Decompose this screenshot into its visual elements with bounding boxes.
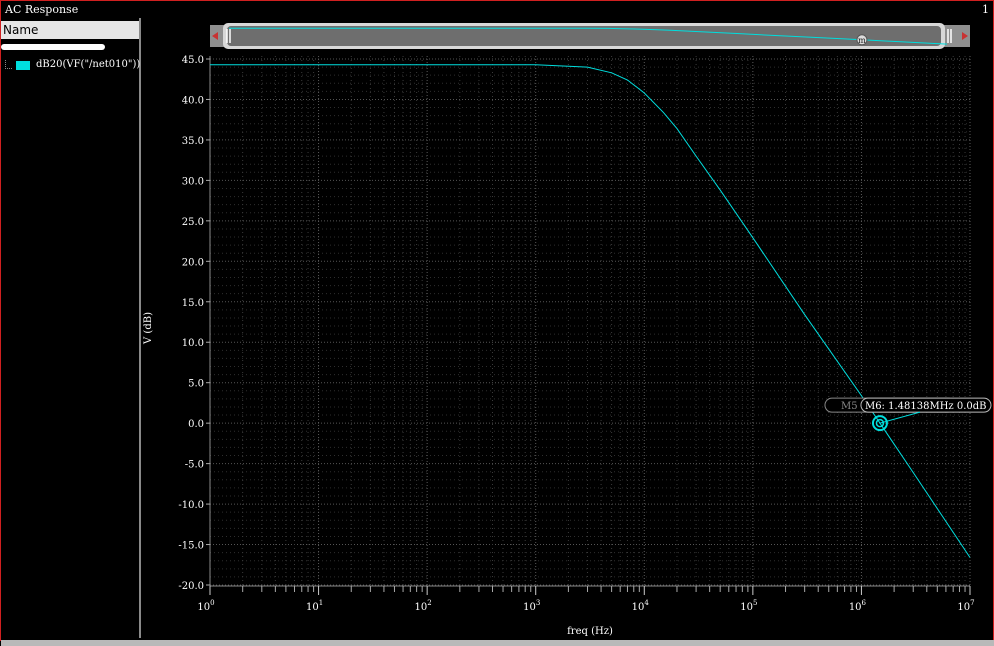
window-title: AC Response (5, 3, 79, 16)
y-axis-label: V (dB) (143, 312, 154, 345)
y-tick-label: 0.0 (188, 419, 204, 430)
y-tick-label: 25.0 (182, 217, 204, 228)
trace-line[interactable] (210, 64, 971, 558)
x-axis-label: freq (Hz) (567, 626, 613, 637)
y-tick-label: -20.0 (178, 581, 204, 592)
y-tick-label: 5.0 (188, 379, 204, 390)
overview-thumb-inner (227, 26, 941, 46)
app-window: AC Response 1 Name dB20(VF("/net010")) m… (0, 0, 994, 646)
plot-area[interactable]: m 45.0 40.0 35.0 30.0 25.0 20.0 15.0 10.0 5.0 0.0… (141, 18, 993, 638)
marker-m6[interactable]: M5 M6: 1.48138MHz 0.0dB (824, 397, 992, 432)
window-index: 1 (982, 3, 989, 16)
tree-connector (5, 60, 12, 69)
grid-lines (209, 56, 971, 586)
name-column-header[interactable]: Name (1, 21, 139, 39)
y-tick-label: 30.0 (182, 176, 204, 187)
x-tick-label: 106 (849, 599, 867, 613)
x-tick-label: 101 (306, 599, 323, 613)
y-tick-label: 40.0 (182, 95, 204, 106)
overview-marker-letter: m (858, 36, 866, 45)
horizontal-scrollbar[interactable] (1, 44, 105, 50)
x-tick-label: 100 (197, 599, 214, 613)
marker-ghost-label: M5 (841, 401, 858, 412)
y-tick-label: -15.0 (178, 541, 204, 552)
trace-color-swatch (16, 61, 30, 70)
x-tick-label: 102 (415, 599, 432, 613)
marker-label: M6: 1.48138MHz 0.0dB (865, 401, 987, 412)
x-tick-label: 104 (632, 599, 650, 613)
y-tick-label: 15.0 (182, 298, 204, 309)
y-tick-label: 45.0 (182, 55, 204, 66)
status-strip (1, 640, 994, 646)
y-tick-label: 20.0 (182, 257, 204, 268)
trace-list-panel: Name dB20(VF("/net010")) (1, 18, 141, 638)
y-tick-label: -10.0 (178, 500, 204, 511)
y-tick-labels: 45.0 40.0 35.0 30.0 25.0 20.0 15.0 10.0 5.0 0.0 -5… (178, 55, 210, 592)
trace-list-item[interactable]: dB20(VF("/net010")) (5, 58, 141, 72)
title-bar: AC Response 1 (1, 1, 993, 18)
x-minor-ticks (242, 586, 966, 592)
x-tick-label: 105 (740, 599, 757, 613)
y-tick-label: 10.0 (182, 338, 204, 349)
x-tick-label: 103 (523, 599, 540, 613)
name-header-label: Name (3, 23, 39, 37)
trace-label: dB20(VF("/net010")) (36, 59, 141, 70)
y-tick-label: 35.0 (182, 136, 204, 147)
overview-zoom-bar[interactable]: m (210, 23, 970, 49)
y-tick-label: -5.0 (185, 460, 204, 471)
x-tick-label: 107 (957, 599, 974, 613)
